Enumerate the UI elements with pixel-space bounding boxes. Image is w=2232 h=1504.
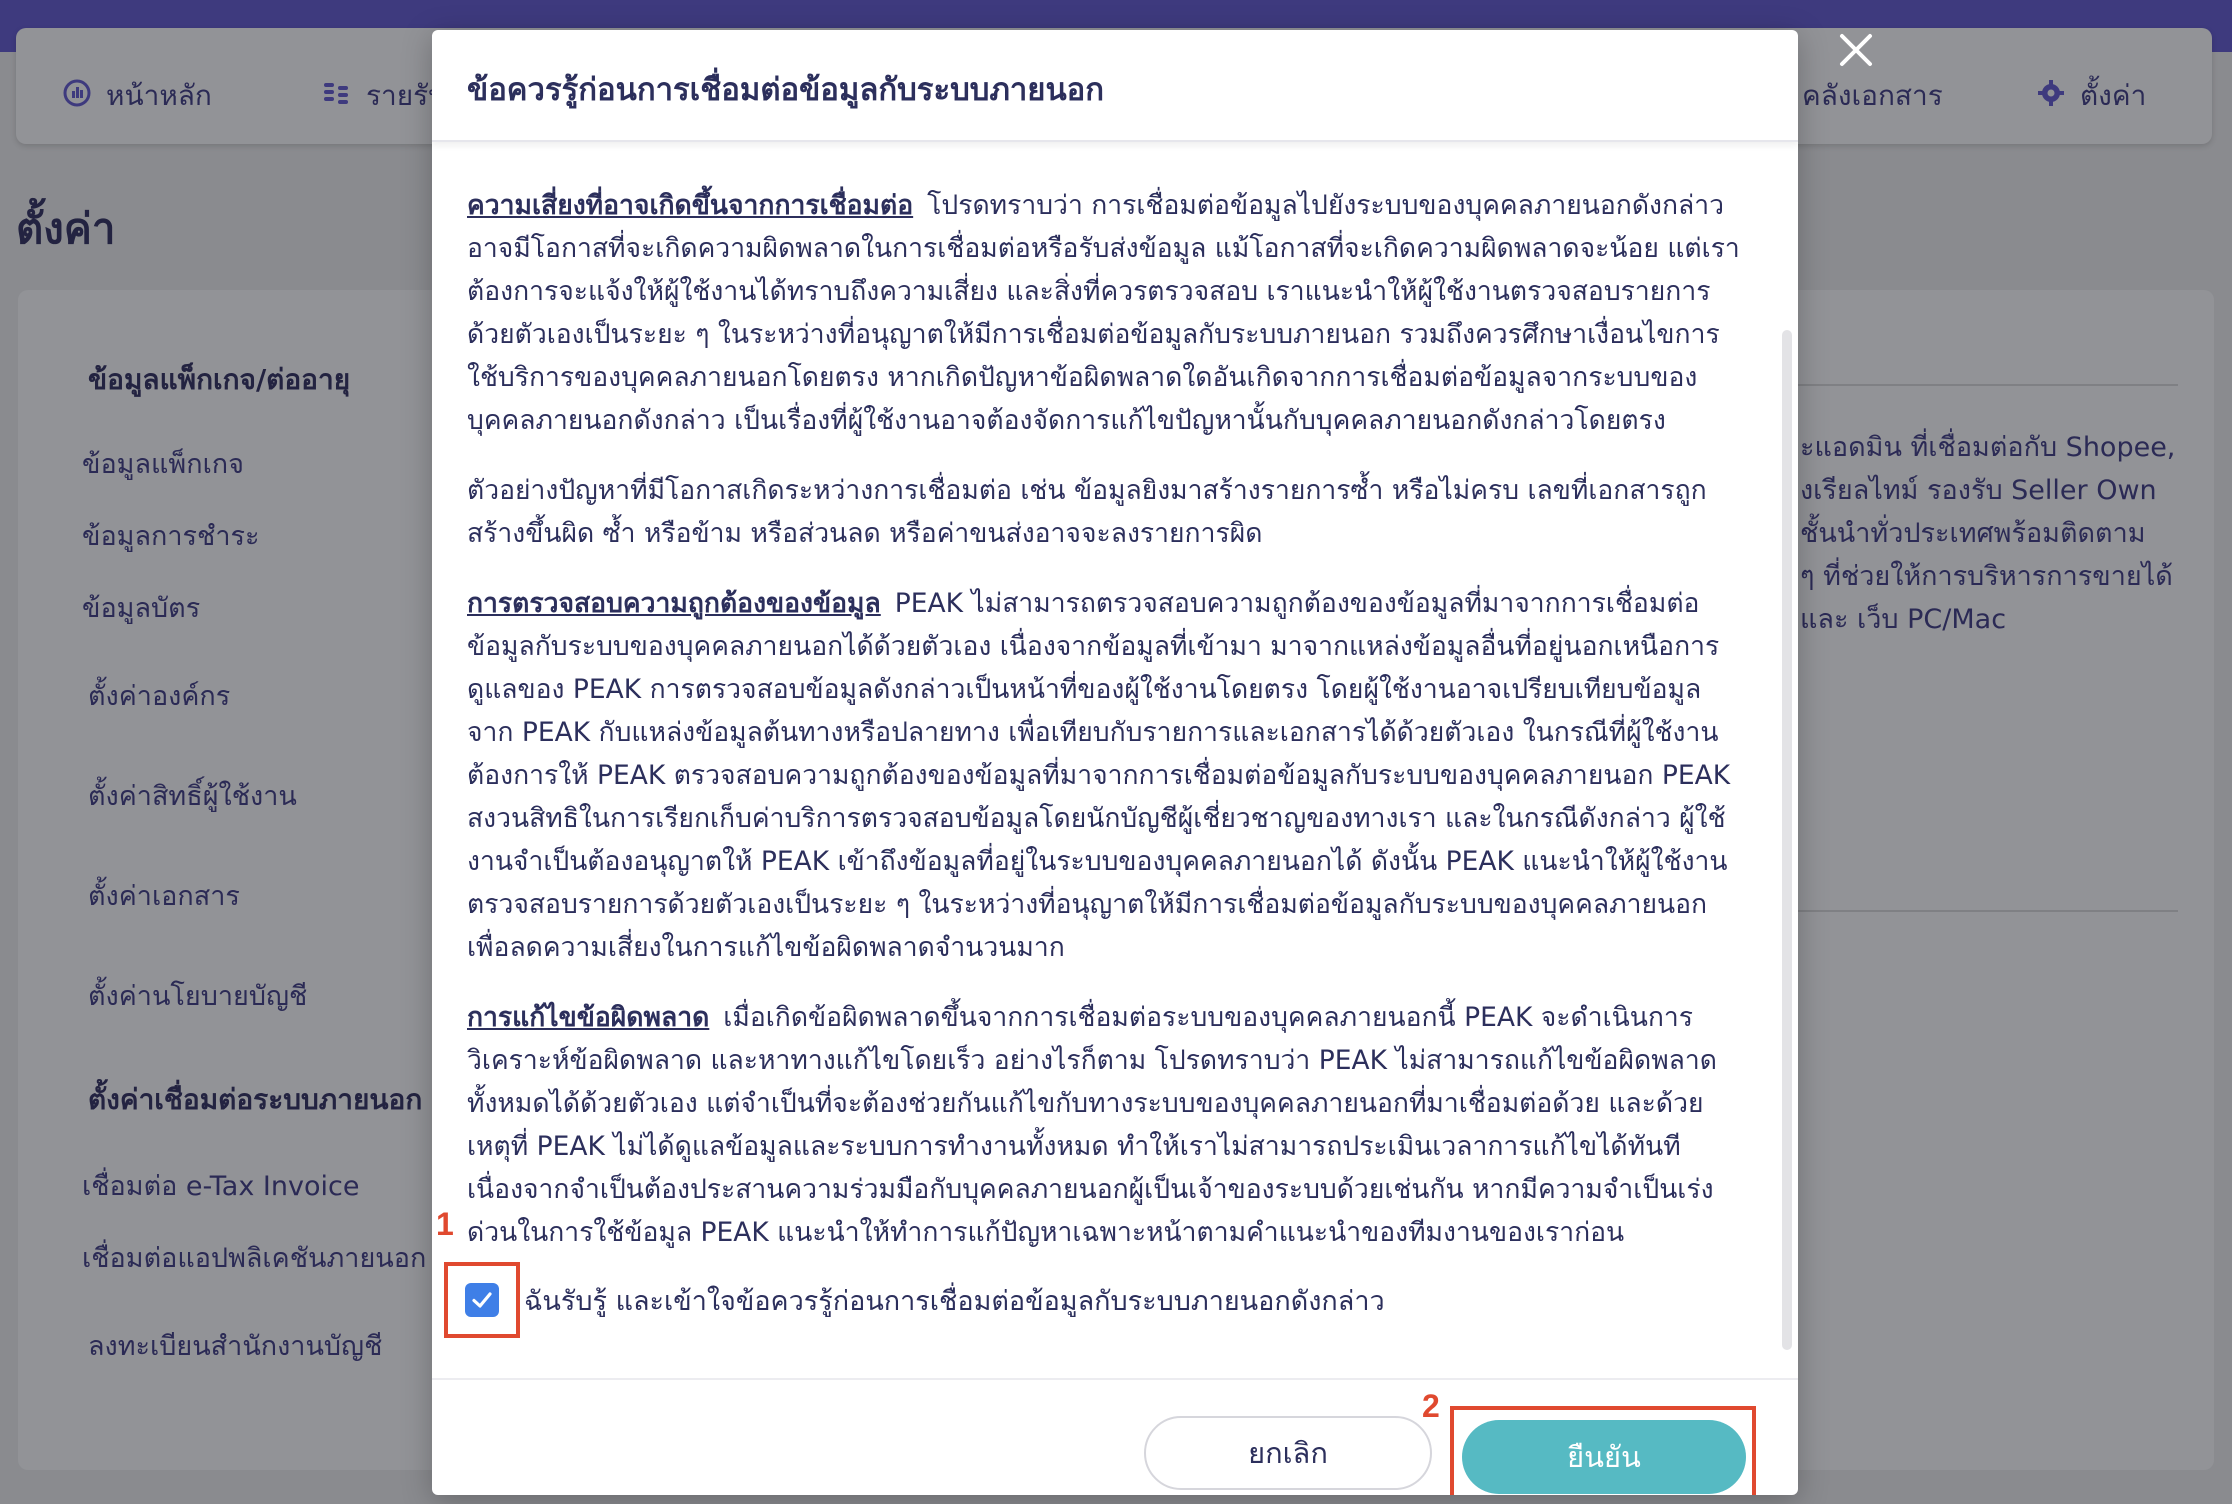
sidebar-item-package-info[interactable]: ข้อมูลแพ็กเกจ — [82, 442, 244, 485]
gear-icon — [2036, 78, 2066, 115]
sidebar-item-doc-settings[interactable]: ตั้งค่าเอกสาร — [88, 874, 240, 917]
risk-section-text: โปรดทราบว่า การเชื่อมต่อข้อมูลไปยังระบบข… — [467, 190, 1740, 436]
background-line: และ เว็บ PC/Mac — [1800, 604, 2007, 635]
sidebar-item-user-rights[interactable]: ตั้งค่าสิทธิ์ผู้ใช้งาน — [88, 774, 297, 817]
nav-documents[interactable]: คลังเอกสาร — [1802, 76, 1943, 116]
risk-section-heading: ความเสี่ยงที่อาจเกิดขึ้นจากการเชื่อมต่อ — [467, 190, 914, 221]
nav-home[interactable]: หน้าหลัก — [62, 76, 212, 116]
verification-section-heading: การตรวจสอบความถูกต้องของข้อมูล — [467, 588, 881, 619]
sidebar-item-account-policy[interactable]: ตั้งค่านโยบายบัญชี — [88, 974, 307, 1017]
check-icon — [472, 1292, 492, 1308]
fix-section: การแก้ไขข้อผิดพลาด เมื่อเกิดข้อผิดพลาดขึ้… — [467, 996, 1742, 1254]
example-section-text: ตัวอย่างปัญหาที่มีโอกาสเกิดระหว่างการเชื… — [467, 475, 1707, 549]
sidebar-item-register-office[interactable]: ลงทะเบียนสำนักงานบัญชี — [88, 1324, 382, 1367]
nav-income[interactable]: รายรับ — [322, 76, 447, 116]
background-line: ะแอดมิน ที่เชื่อมต่อกับ Shopee, — [1800, 432, 2176, 463]
acknowledge-checkbox[interactable] — [465, 1283, 499, 1317]
nav-home-label: หน้าหลัก — [106, 79, 212, 112]
background-line: งเรียลไทม์ รองรับ Seller Own — [1800, 475, 2157, 506]
sidebar-package-heading: ข้อมูลแพ็กเกจ/ต่ออายุ — [88, 363, 351, 396]
background-description: ะแอดมิน ที่เชื่อมต่อกับ Shopee, งเรียลไท… — [1800, 426, 2200, 641]
sidebar-item-payment-info[interactable]: ข้อมูลการชำระ — [82, 514, 260, 557]
info-modal: ข้อควรรู้ก่อนการเชื่อมต่อข้อมูลกับระบบภา… — [432, 30, 1798, 1495]
sidebar-item-etax[interactable]: เชื่อมต่อ e-Tax Invoice — [82, 1164, 359, 1207]
background-line: ๆ ที่ช่วยให้การบริหารการขายได้ — [1800, 561, 2173, 592]
background-divider — [1798, 384, 2178, 386]
modal-body[interactable]: ความเสี่ยงที่อาจเกิดขึ้นจากการเชื่อมต่อโ… — [432, 144, 1798, 1376]
background-divider — [1798, 910, 2178, 912]
risk-section: ความเสี่ยงที่อาจเกิดขึ้นจากการเชื่อมต่อโ… — [467, 184, 1742, 442]
annotation-marker-2: 2 — [1422, 1388, 1440, 1424]
sidebar-item-external-app[interactable]: เชื่อมต่อแอปพลิเคชันภายนอก — [82, 1236, 426, 1279]
fix-section-text: เมื่อเกิดข้อผิดพลาดขึ้นจากการเชื่อมต่อระ… — [467, 1002, 1717, 1248]
checkbox-highlight-frame — [444, 1262, 520, 1338]
sidebar-item-card-info[interactable]: ข้อมูลบัตร — [82, 586, 200, 629]
example-section: ตัวอย่างปัญหาที่มีโอกาสเกิดระหว่างการเชื… — [467, 469, 1742, 555]
background-line: ชั้นนำทั่วประเทศพร้อมติดตาม — [1800, 518, 2146, 549]
annotation-marker-1: 1 — [436, 1206, 454, 1242]
acknowledge-label[interactable]: ฉันรับรู้ และเข้าใจข้อควรรู้ก่อนการเชื่อ… — [524, 1279, 1385, 1322]
page-title: ตั้งค่า — [16, 204, 116, 253]
verification-section: การตรวจสอบความถูกต้องของข้อมูล PEAK ไม่สา… — [467, 582, 1742, 969]
fix-section-heading: การแก้ไขข้อผิดพลาด — [467, 1002, 710, 1033]
cancel-button[interactable]: ยกเลิก — [1144, 1416, 1432, 1490]
modal-header: ข้อควรรู้ก่อนการเชื่อมต่อข้อมูลกับระบบภา… — [432, 30, 1798, 142]
modal-footer: ยกเลิก 2 ยืนยัน — [432, 1378, 1798, 1495]
confirm-highlight-frame: ยืนยัน — [1450, 1406, 1756, 1495]
sidebar-external-heading: ตั้งค่าเชื่อมต่อระบบภายนอก — [88, 1083, 423, 1116]
confirm-button[interactable]: ยืนยัน — [1462, 1420, 1746, 1494]
nav-documents-label: คลังเอกสาร — [1802, 79, 1943, 112]
coins-icon — [322, 78, 352, 115]
nav-settings-label: ตั้งค่า — [2080, 79, 2147, 112]
chart-icon — [62, 78, 92, 115]
verification-section-text: PEAK ไม่สามารถตรวจสอบความถูกต้องของข้อมู… — [467, 588, 1731, 963]
modal-scrollbar[interactable] — [1782, 330, 1792, 1350]
nav-settings[interactable]: ตั้งค่า — [2036, 76, 2146, 116]
close-icon[interactable] — [1836, 30, 1876, 70]
sidebar-item-org-settings[interactable]: ตั้งค่าองค์กร — [88, 674, 230, 717]
acknowledge-row: ฉันรับรู้ และเข้าใจข้อควรรู้ก่อนการเชื่อ… — [444, 1262, 1385, 1338]
modal-title: ข้อควรรู้ก่อนการเชื่อมต่อข้อมูลกับระบบภา… — [467, 72, 1105, 108]
